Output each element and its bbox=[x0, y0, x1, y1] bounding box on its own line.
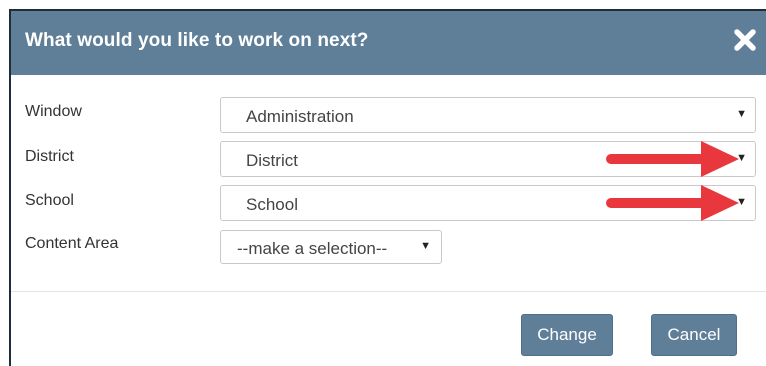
content-area-select[interactable]: --make a selection-- ▼ bbox=[220, 230, 442, 264]
caret-down-icon: ▼ bbox=[736, 108, 747, 120]
window-select-value: Administration bbox=[246, 107, 354, 126]
dialog-title: What would you like to work on next? bbox=[25, 30, 369, 51]
footer-divider bbox=[11, 291, 766, 292]
window-label: Window bbox=[25, 103, 82, 120]
school-label: School bbox=[25, 192, 74, 209]
district-label: District bbox=[25, 148, 74, 165]
window-select[interactable]: Administration ▼ bbox=[220, 97, 756, 133]
work-next-dialog: What would you like to work on next? Win… bbox=[9, 9, 766, 366]
content-area-select-value: --make a selection-- bbox=[237, 239, 388, 258]
close-icon[interactable] bbox=[730, 25, 760, 55]
caret-down-icon: ▼ bbox=[736, 152, 747, 164]
content-area-label: Content Area bbox=[25, 235, 119, 252]
district-select-value: District bbox=[246, 151, 298, 170]
caret-down-icon: ▼ bbox=[736, 196, 747, 208]
caret-down-icon: ▼ bbox=[420, 240, 431, 252]
dialog-titlebar: What would you like to work on next? bbox=[11, 11, 766, 75]
cancel-button[interactable]: Cancel bbox=[651, 314, 737, 356]
school-select-value: School bbox=[246, 195, 298, 214]
district-select[interactable]: District ▼ bbox=[220, 141, 756, 177]
school-select[interactable]: School ▼ bbox=[220, 185, 756, 221]
change-button[interactable]: Change bbox=[521, 314, 613, 356]
